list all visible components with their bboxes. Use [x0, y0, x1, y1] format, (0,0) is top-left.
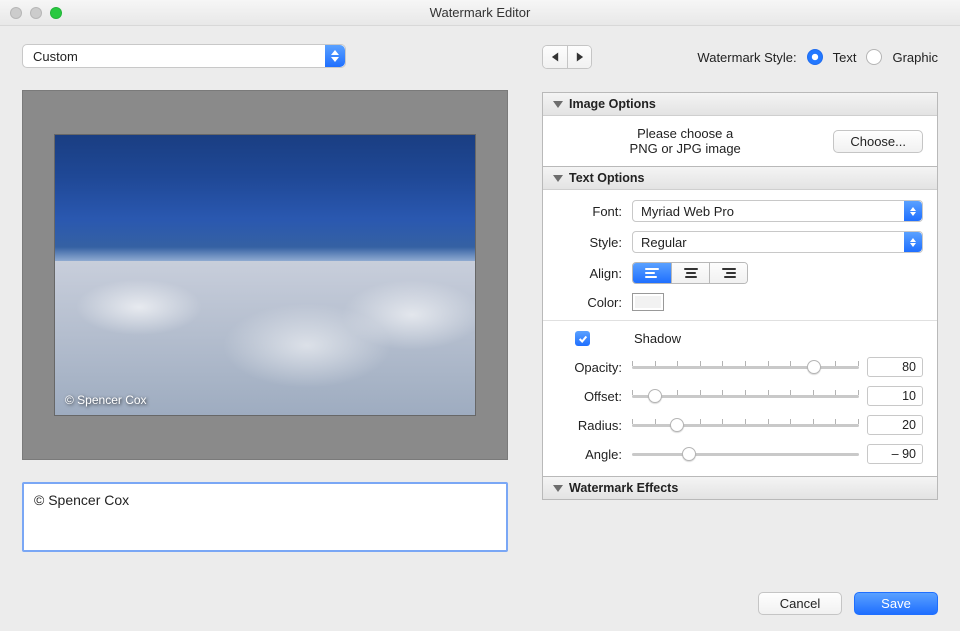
preview-watermark-text: © Spencer Cox [65, 393, 147, 407]
image-options-title: Image Options [569, 97, 656, 111]
window-title: Watermark Editor [0, 5, 960, 20]
slider-thumb-icon[interactable] [682, 447, 696, 461]
style-text-radio[interactable] [807, 49, 823, 65]
disclosure-triangle-icon [553, 175, 563, 182]
minimize-window-icon[interactable] [30, 7, 42, 19]
radius-label: Radius: [557, 418, 632, 433]
image-options-panel: Image Options Please choose a PNG or JPG… [543, 93, 937, 167]
font-style-label: Style: [557, 235, 632, 250]
nav-arrows [542, 45, 592, 69]
slider-thumb-icon[interactable] [807, 360, 821, 374]
align-center-icon [684, 268, 698, 278]
color-label: Color: [557, 295, 632, 310]
opacity-input[interactable]: 80 [867, 357, 923, 377]
watermark-effects-panel: Watermark Effects [543, 477, 937, 499]
triangle-right-icon [575, 52, 584, 62]
angle-input[interactable]: – 90 [867, 444, 923, 464]
divider [543, 320, 937, 321]
check-icon [578, 334, 588, 344]
preview-image: © Spencer Cox [55, 135, 475, 415]
preset-select-value: Custom [33, 49, 78, 64]
traffic-lights [10, 7, 62, 19]
shadow-label: Shadow [634, 331, 681, 346]
slider-thumb-icon[interactable] [670, 418, 684, 432]
font-value: Myriad Web Pro [641, 204, 734, 219]
radius-input[interactable]: 20 [867, 415, 923, 435]
watermark-effects-title: Watermark Effects [569, 481, 678, 495]
text-options-title: Text Options [569, 171, 644, 185]
preset-select[interactable]: Custom [22, 44, 346, 68]
color-picker-button[interactable] [632, 293, 664, 311]
opacity-slider[interactable] [632, 357, 859, 377]
align-segmented [632, 262, 748, 284]
choose-image-button[interactable]: Choose... [833, 130, 923, 153]
prev-arrow-button[interactable] [543, 46, 567, 68]
footer-buttons: Cancel Save [758, 592, 938, 615]
align-center-button[interactable] [671, 263, 709, 283]
image-options-hint: Please choose a PNG or JPG image [557, 126, 813, 156]
disclosure-triangle-icon [553, 485, 563, 492]
close-window-icon[interactable] [10, 7, 22, 19]
align-right-button[interactable] [709, 263, 747, 283]
watermark-style-label: Watermark Style: [697, 50, 796, 65]
preset-stepper-icon[interactable] [325, 45, 345, 67]
preview-frame: © Spencer Cox [22, 90, 508, 460]
align-left-icon [645, 268, 659, 278]
cancel-button[interactable]: Cancel [758, 592, 842, 615]
zoom-window-icon[interactable] [50, 7, 62, 19]
style-graphic-label: Graphic [892, 50, 938, 65]
offset-label: Offset: [557, 389, 632, 404]
triangle-left-icon [551, 52, 560, 62]
text-options-header[interactable]: Text Options [543, 167, 937, 190]
font-style-select[interactable]: Regular [632, 231, 923, 253]
radius-slider[interactable] [632, 415, 859, 435]
watermark-text-input[interactable]: © Spencer Cox [22, 482, 508, 552]
style-text-label: Text [833, 50, 857, 65]
offset-input[interactable]: 10 [867, 386, 923, 406]
watermark-style-group: Watermark Style: Text Graphic [697, 49, 938, 65]
align-right-icon [722, 268, 736, 278]
style-graphic-radio[interactable] [866, 49, 882, 65]
title-bar: Watermark Editor [0, 0, 960, 26]
align-label: Align: [557, 266, 632, 281]
next-arrow-button[interactable] [567, 46, 591, 68]
disclosure-triangle-icon [553, 101, 563, 108]
opacity-label: Opacity: [557, 360, 632, 375]
select-stepper-icon[interactable] [904, 201, 922, 221]
align-left-button[interactable] [633, 263, 671, 283]
watermark-text-value: © Spencer Cox [34, 492, 129, 508]
angle-slider[interactable] [632, 444, 859, 464]
text-options-panel: Text Options Font: Myriad Web Pro Style:… [543, 167, 937, 477]
angle-label: Angle: [557, 447, 632, 462]
offset-slider[interactable] [632, 386, 859, 406]
shadow-checkbox[interactable] [575, 331, 590, 346]
font-select[interactable]: Myriad Web Pro [632, 200, 923, 222]
select-stepper-icon[interactable] [904, 232, 922, 252]
slider-thumb-icon[interactable] [648, 389, 662, 403]
font-style-value: Regular [641, 235, 687, 250]
image-options-header[interactable]: Image Options [543, 93, 937, 116]
watermark-effects-header[interactable]: Watermark Effects [543, 477, 937, 499]
save-button[interactable]: Save [854, 592, 938, 615]
font-label: Font: [557, 204, 632, 219]
